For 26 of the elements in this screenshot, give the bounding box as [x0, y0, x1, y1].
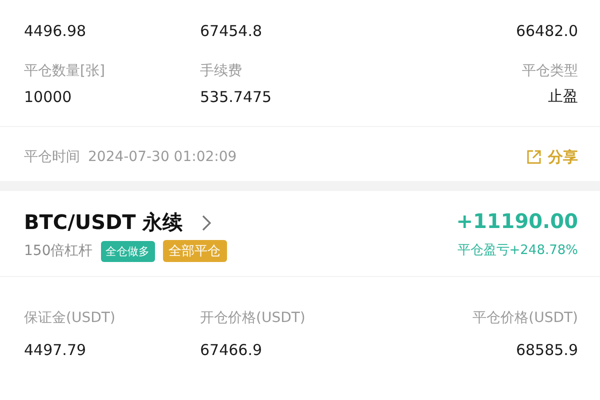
field-label: 保证金(USDT) [24, 310, 116, 326]
field-value: 66482.0 [516, 22, 578, 40]
field-value: 10000 [24, 88, 72, 106]
field-value: 67466.9 [200, 340, 262, 358]
chevron-right-icon[interactable] [200, 214, 211, 230]
field-value: 68585.9 [516, 340, 578, 358]
pnl-ratio: 平仓盈亏+248.78% [456, 242, 578, 259]
field-value: 4496.98 [24, 22, 86, 40]
field-value: 止盈 [548, 87, 578, 105]
field-label: 开仓价格(USDT) [200, 310, 306, 326]
share-button[interactable]: 分享 [526, 148, 578, 166]
tag: 全仓做多 [100, 240, 155, 262]
position-title: BTC/USDT 永续 [24, 209, 183, 236]
time-label: 平仓时间 [24, 148, 80, 166]
pnl-amount: +11190.00 [456, 209, 578, 233]
field-label: 手续费 [200, 63, 242, 79]
field-label: 平仓数量[张] [24, 63, 105, 79]
field-value: 535.7475 [200, 88, 272, 106]
leverage-label: 150倍杠杆 [24, 242, 93, 260]
time-value: 2024-07-30 01:02:09 [88, 149, 237, 165]
field-label: 平仓类型 [522, 63, 578, 79]
field-value: 4497.79 [24, 340, 86, 358]
tag: 全部平仓 [162, 240, 227, 262]
field-label: 平仓价格(USDT) [472, 310, 578, 326]
field-value: 67454.8 [200, 22, 262, 40]
share-icon [526, 149, 542, 165]
